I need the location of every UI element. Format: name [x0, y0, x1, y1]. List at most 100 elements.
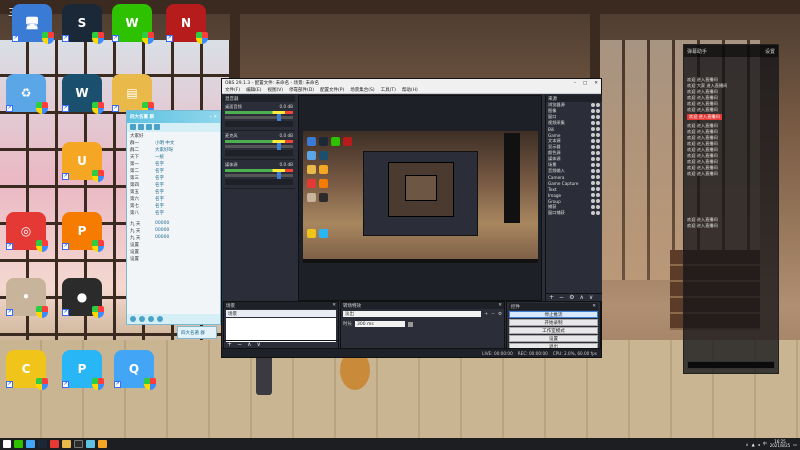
chat-input[interactable]	[687, 361, 775, 369]
desktop-icon-uu-booster[interactable]: U ↗	[60, 142, 104, 188]
control-button[interactable]: 停止推流	[509, 311, 598, 318]
qq-list-row[interactable]: 设置	[127, 255, 220, 262]
qq-mini-window[interactable]: 四大名著 群	[177, 326, 217, 339]
taskbar-app-icon[interactable]	[86, 440, 95, 448]
qq-tool-icon[interactable]	[130, 124, 136, 130]
qq-list-row[interactable]: 第二 名字	[127, 167, 220, 174]
gear-icon[interactable]: ⚙	[498, 312, 502, 317]
lock-icon[interactable]	[596, 157, 600, 161]
qq-list-row[interactable]: 设置	[127, 241, 220, 248]
volume-slider[interactable]	[225, 143, 293, 150]
qq-list-row[interactable]: 九 天 00000	[127, 234, 220, 241]
eye-icon[interactable]	[591, 211, 595, 215]
obs-menu-item[interactable]: 编辑(E)	[246, 87, 261, 93]
eye-icon[interactable]	[591, 205, 595, 209]
lock-icon[interactable]	[596, 121, 600, 125]
network-icon[interactable]: ▲	[752, 442, 755, 447]
volume-slider[interactable]	[225, 172, 293, 179]
eye-icon[interactable]	[591, 139, 595, 143]
lock-icon[interactable]	[596, 169, 600, 173]
qq-tool-icon[interactable]	[138, 124, 144, 130]
desktop-icon-wegame[interactable]: W ↗	[60, 74, 104, 120]
eye-icon[interactable]	[591, 133, 595, 137]
taskbar-wechat-icon[interactable]	[14, 440, 23, 448]
desktop-icon-this-pc[interactable]: 🖥 ↗	[10, 4, 54, 50]
lock-icon[interactable]	[596, 151, 600, 155]
desktop-icon-recycle-bin[interactable]: ♻ ↗	[4, 74, 48, 120]
qq-list-row[interactable]: 第八 名字	[127, 209, 220, 216]
notification-icon[interactable]: ▭	[793, 442, 797, 447]
lock-icon[interactable]	[596, 163, 600, 167]
eye-icon[interactable]	[591, 163, 595, 167]
lock-icon[interactable]	[596, 115, 600, 119]
eye-icon[interactable]	[591, 121, 595, 125]
input-method[interactable]: 中	[763, 441, 767, 447]
desktop-icon-chrome[interactable]: ◎ ↗	[4, 212, 48, 258]
control-button[interactable]: 开始录制	[509, 319, 598, 326]
qq-title-bar[interactable]: 四大名著 群 – ✕	[127, 111, 220, 123]
qq-list-row[interactable]: 群一 小明 中文	[127, 139, 220, 146]
qq-window-controls[interactable]: – ✕	[209, 115, 217, 120]
tray-expand-icon[interactable]: ∧	[746, 442, 749, 447]
start-icon[interactable]	[3, 440, 11, 448]
desktop-icon-wechat[interactable]: W ↗	[110, 4, 154, 50]
stepper-icon[interactable]	[408, 321, 413, 327]
eye-icon[interactable]	[591, 193, 595, 197]
dock-close-icon[interactable]: ✕	[592, 304, 596, 309]
obs-menu-item[interactable]: 文件(F)	[225, 87, 240, 93]
lock-icon[interactable]	[596, 181, 600, 185]
control-button[interactable]: 设置	[509, 335, 598, 342]
lock-icon[interactable]	[596, 145, 600, 149]
desktop-icon-qq[interactable]: Q ↗	[112, 350, 156, 396]
qq-list-row[interactable]: 第六 名字	[127, 195, 220, 202]
qq-footer-icon[interactable]	[148, 316, 154, 322]
lock-icon[interactable]	[596, 109, 600, 113]
remove-icon[interactable]: −	[491, 312, 495, 317]
eye-icon[interactable]	[591, 199, 595, 203]
eye-icon[interactable]	[591, 109, 595, 113]
eye-icon[interactable]	[591, 169, 595, 173]
desktop-icon-bongo-cat[interactable]: • ↗	[4, 278, 48, 324]
obs-window[interactable]: OBS 29.1.3 - 配置文件: 未命名 - 场景: 未命名 – □ ✕ 文…	[221, 78, 602, 358]
volume-slider-knob[interactable]	[277, 143, 281, 150]
taskbar-folder-icon[interactable]	[62, 440, 71, 448]
lock-icon[interactable]	[596, 103, 600, 107]
taskbar-chrome-icon[interactable]	[50, 440, 59, 448]
eye-icon[interactable]	[591, 181, 595, 185]
desktop-icon-app-yellow[interactable]: C ↗	[4, 350, 48, 396]
desktop-icon-naraka[interactable]: N ↗	[164, 4, 208, 50]
volume-slider-knob[interactable]	[277, 172, 281, 179]
qq-list-row[interactable]: 九 天 00000	[127, 220, 220, 227]
lock-icon[interactable]	[596, 193, 600, 197]
obs-menu-item[interactable]: 配置文件(P)	[320, 87, 344, 93]
qq-footer-icon[interactable]	[139, 316, 145, 322]
qq-list-row[interactable]: 第五 名字	[127, 188, 220, 195]
chat-settings-link[interactable]: 设置	[765, 48, 775, 55]
add-icon[interactable]: +	[549, 294, 554, 301]
scene-item[interactable]: 场景	[226, 310, 336, 317]
qq-list-row[interactable]: 第三 名字	[127, 174, 220, 181]
up-icon[interactable]: ∧	[579, 294, 583, 301]
obs-preview[interactable]	[298, 95, 542, 301]
qq-list-row[interactable]: 设置	[127, 248, 220, 255]
desktop-icon-steam[interactable]: S ↗	[60, 4, 104, 50]
scene-list[interactable]	[226, 318, 336, 342]
remove-icon[interactable]: −	[559, 294, 564, 301]
eye-icon[interactable]	[591, 115, 595, 119]
add-icon[interactable]: +	[227, 341, 232, 348]
lock-icon[interactable]	[596, 187, 600, 191]
qq-tool-icon[interactable]	[146, 124, 152, 130]
taskbar-app-icon[interactable]	[98, 440, 107, 448]
remove-icon[interactable]: −	[237, 341, 242, 348]
obs-menu-item[interactable]: 工具(T)	[381, 87, 396, 93]
volume-slider[interactable]	[225, 114, 293, 121]
qq-list-row[interactable]: 九 天 00000	[127, 227, 220, 234]
volume-slider-knob[interactable]	[277, 114, 281, 121]
dock-close-icon[interactable]: ✕	[498, 303, 502, 308]
qq-footer-icon[interactable]	[130, 316, 136, 322]
add-icon[interactable]: +	[484, 312, 488, 317]
eye-icon[interactable]	[591, 103, 595, 107]
eye-icon[interactable]	[591, 151, 595, 155]
obs-menu-item[interactable]: 停靠部件(D)	[289, 87, 314, 93]
lock-icon[interactable]	[596, 175, 600, 179]
